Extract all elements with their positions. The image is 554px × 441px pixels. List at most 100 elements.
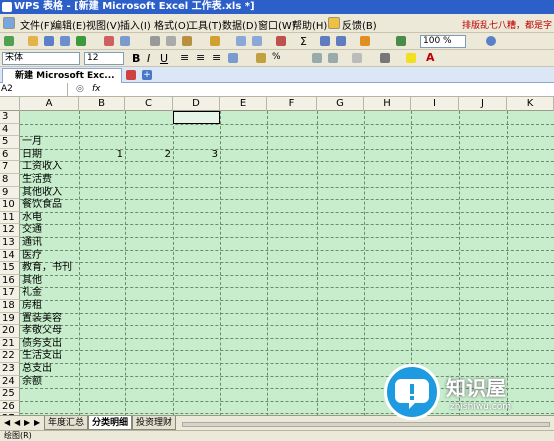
hyperlink-icon[interactable] <box>276 36 286 46</box>
menu-feedback[interactable]: 反馈(B) <box>342 17 377 32</box>
row-header-17[interactable]: 17 <box>0 287 20 300</box>
cell-d6[interactable]: 3 <box>175 149 218 162</box>
row-header-9[interactable]: 9 <box>0 186 20 200</box>
row-header-5[interactable]: 5 <box>0 136 20 149</box>
cell-a9[interactable]: 其他收入 <box>22 187 102 200</box>
row-header-24[interactable]: 24 <box>0 375 20 389</box>
new-icon[interactable] <box>4 36 14 46</box>
font-select[interactable]: 宋体 <box>2 52 80 65</box>
help-icon[interactable] <box>486 36 496 46</box>
col-header-k[interactable]: K <box>507 97 554 111</box>
sort-desc-icon[interactable] <box>336 36 346 46</box>
col-header-b[interactable]: B <box>79 97 125 111</box>
merge-center-icon[interactable] <box>228 53 238 63</box>
row-header-19[interactable]: 19 <box>0 312 20 326</box>
col-header-h[interactable]: H <box>364 97 411 111</box>
col-header-g[interactable]: G <box>317 97 364 111</box>
cell-a17[interactable]: 礼金 <box>22 287 102 300</box>
menu-insert[interactable]: 插入(I) <box>120 17 151 32</box>
cell-a10[interactable]: 餐饮食品 <box>22 199 102 212</box>
cell-c6[interactable]: 2 <box>127 149 171 162</box>
copy-icon[interactable] <box>166 36 176 46</box>
cell-a13[interactable]: 通讯 <box>22 237 102 250</box>
row-header-8[interactable]: 8 <box>0 174 20 187</box>
menu-window[interactable]: 窗口(W) <box>258 17 296 32</box>
cell-a15[interactable]: 教育，书刊 <box>22 262 102 275</box>
row-header-3[interactable]: 3 <box>0 111 20 124</box>
row-header-15[interactable]: 15 <box>0 262 20 275</box>
fill-color-icon[interactable] <box>406 53 416 63</box>
undo-icon[interactable] <box>236 36 246 46</box>
close-tab-icon[interactable] <box>126 70 136 80</box>
row-header-12[interactable]: 12 <box>0 224 20 237</box>
spellcheck-icon[interactable] <box>120 36 130 46</box>
cancel-formula-icon[interactable]: ◎ <box>76 84 84 94</box>
formula-input[interactable] <box>108 84 554 96</box>
menu-file[interactable]: 文件(F) <box>20 17 54 32</box>
align-left-icon[interactable]: ≡ <box>180 51 189 64</box>
col-header-f[interactable]: F <box>267 97 317 111</box>
row-header-10[interactable]: 10 <box>0 199 20 212</box>
cell-a19[interactable]: 置装美容 <box>22 313 102 326</box>
col-header-e[interactable]: E <box>220 97 267 111</box>
document-tab[interactable]: 新建 Microsoft Exc... <box>2 68 122 83</box>
fx-icon[interactable]: fx <box>92 83 101 96</box>
percent-icon[interactable]: % <box>272 52 281 62</box>
row-header-14[interactable]: 14 <box>0 249 20 263</box>
col-header-d[interactable]: D <box>173 97 220 111</box>
cell-a8[interactable]: 生活费 <box>22 174 102 187</box>
menu-help[interactable]: 帮助(H) <box>292 17 327 32</box>
menu-tools[interactable]: 工具(T) <box>188 17 222 32</box>
cell-a24[interactable]: 余额 <box>22 376 102 389</box>
app-menu-icon[interactable] <box>3 17 15 29</box>
redo-icon[interactable] <box>252 36 262 46</box>
cut-icon[interactable] <box>150 36 160 46</box>
row-header-4[interactable]: 4 <box>0 123 20 137</box>
decrease-decimal-icon[interactable] <box>328 53 338 63</box>
underline-icon[interactable]: U <box>160 52 168 65</box>
sheet-tab-invest[interactable]: 投资理财 <box>132 416 176 430</box>
col-header-a[interactable]: A <box>20 97 79 111</box>
feedback-icon[interactable] <box>328 17 340 29</box>
sum-icon[interactable]: Σ <box>300 35 307 48</box>
italic-icon[interactable]: I <box>147 52 150 65</box>
row-header-23[interactable]: 23 <box>0 363 20 376</box>
sheet-tab-annual[interactable]: 年度汇总 <box>44 416 88 430</box>
cell-a20[interactable]: 孝敬父母 <box>22 325 102 338</box>
last-sheet-icon[interactable]: ▶ <box>34 418 40 427</box>
row-header-18[interactable]: 18 <box>0 300 20 313</box>
currency-icon[interactable] <box>256 53 266 63</box>
new-tab-icon[interactable]: + <box>142 70 152 80</box>
format-painter-icon[interactable] <box>210 36 220 46</box>
cell-a21[interactable]: 债务支出 <box>22 338 102 351</box>
print-icon[interactable] <box>60 36 70 46</box>
row-header-26[interactable]: 26 <box>0 400 20 414</box>
zoom-select[interactable]: 100 % <box>420 35 466 48</box>
menu-format[interactable]: 格式(O) <box>154 17 190 32</box>
align-center-icon[interactable]: ≡ <box>196 51 205 64</box>
outdent-icon[interactable] <box>352 53 362 63</box>
cell-a5[interactable]: 一月 <box>22 136 102 149</box>
align-right-icon[interactable]: ≡ <box>212 51 221 64</box>
next-sheet-icon[interactable]: ▶ <box>24 418 30 427</box>
font-size-select[interactable]: 12 <box>84 52 124 65</box>
bold-icon[interactable]: B <box>132 52 140 65</box>
chart-icon[interactable] <box>360 36 370 46</box>
menu-view[interactable]: 视图(V) <box>86 17 121 32</box>
row-header-11[interactable]: 11 <box>0 211 20 225</box>
menu-data[interactable]: 数据(D) <box>222 17 258 32</box>
cell-a16[interactable]: 其他 <box>22 275 102 288</box>
col-header-c[interactable]: C <box>125 97 173 111</box>
cell-a23[interactable]: 总支出 <box>22 363 102 376</box>
drawing-icon[interactable] <box>396 36 406 46</box>
export-icon[interactable] <box>76 36 86 46</box>
row-header-20[interactable]: 20 <box>0 325 20 338</box>
cell-a7[interactable]: 工资收入 <box>22 161 102 174</box>
cell-a22[interactable]: 生活支出 <box>22 350 102 363</box>
cell-b6[interactable]: 1 <box>81 149 123 162</box>
select-all-corner[interactable] <box>0 97 20 111</box>
draw-menu-label[interactable]: 绘图(R) <box>4 431 32 440</box>
row-header-13[interactable]: 13 <box>0 237 20 250</box>
row-header-22[interactable]: 22 <box>0 350 20 363</box>
col-header-i[interactable]: I <box>411 97 459 111</box>
